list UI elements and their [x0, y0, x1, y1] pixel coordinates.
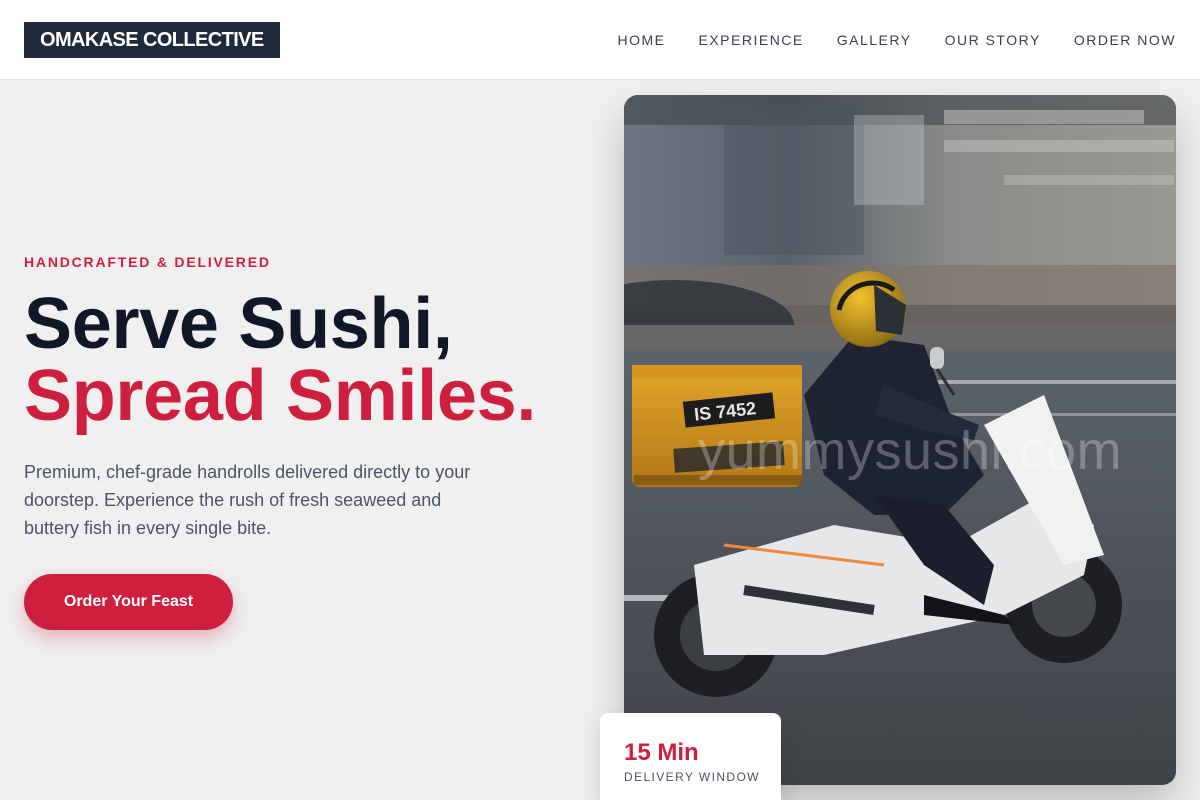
delivery-time-label: DELIVERY WINDOW	[624, 770, 760, 784]
headline-line-2: Spread Smiles.	[24, 356, 537, 436]
site-header: OMAKASE COLLECTIVE HOME EXPERIENCE GALLE…	[0, 0, 1200, 80]
delivery-rider-photo: IS 7452 yummysushi.com	[624, 95, 1176, 785]
delivery-time-value: 15 Min	[624, 739, 699, 766]
order-feast-button[interactable]: Order Your Feast	[24, 574, 233, 630]
nav-order-now[interactable]: ORDER NOW	[1074, 32, 1176, 48]
main-nav: HOME EXPERIENCE GALLERY OUR STORY ORDER …	[618, 0, 1177, 80]
photo-watermark: yummysushi.com	[698, 421, 1123, 481]
hero-description: Premium, chef-grade handrolls delivered …	[24, 462, 471, 538]
hero-eyebrow: HANDCRAFTED & DELIVERED	[24, 254, 271, 270]
nav-experience[interactable]: EXPERIENCE	[699, 32, 804, 48]
headline-line-1: Serve Sushi,	[24, 284, 453, 364]
nav-our-story[interactable]: OUR STORY	[945, 32, 1041, 48]
nav-home[interactable]: HOME	[618, 32, 666, 48]
brand-logo[interactable]: OMAKASE COLLECTIVE	[24, 22, 280, 58]
nav-gallery[interactable]: GALLERY	[837, 32, 912, 48]
hero-headline: Serve Sushi, Spread Smiles.	[24, 288, 536, 432]
delivery-time-badge: 15 Min DELIVERY WINDOW	[600, 713, 781, 800]
